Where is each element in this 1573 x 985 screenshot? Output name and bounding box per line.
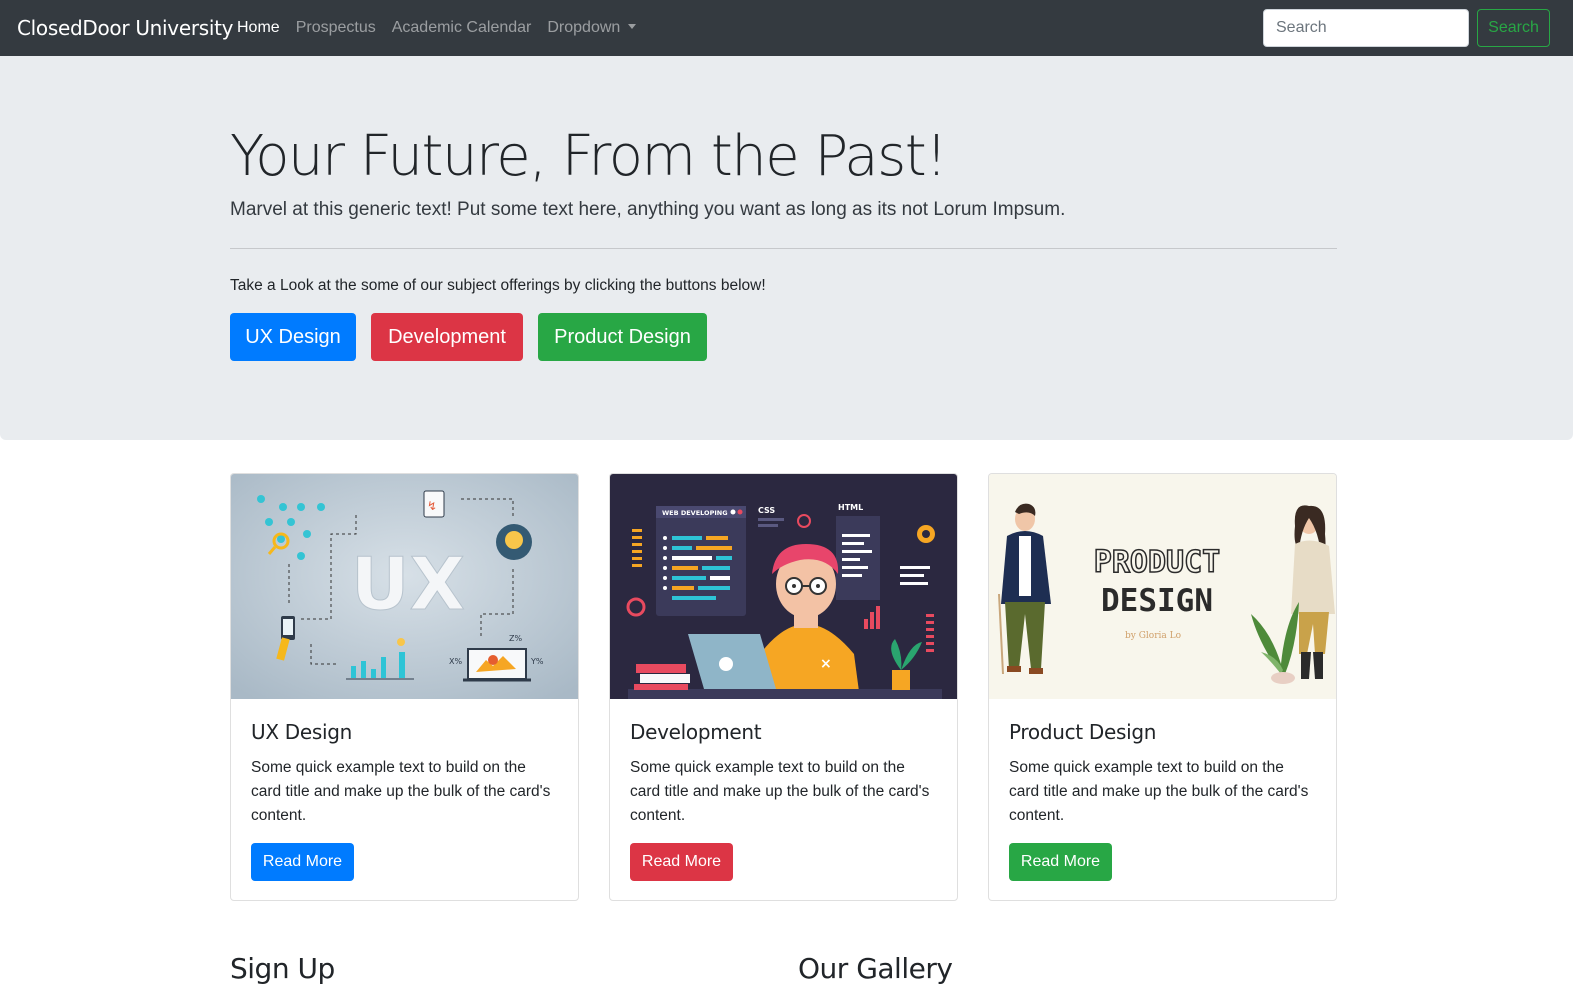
card-product-design: PRODUCT DESIGN by Gloria Lo Product Desi… [988,473,1337,901]
css-label: CSS [758,506,775,515]
card-title: Development [630,720,762,744]
nav-dropdown-label: Dropdown [547,19,621,36]
hero-divider [230,248,1337,249]
svg-text:Z%: Z% [509,634,522,643]
sign-up-heading: Sign Up [230,952,335,985]
html-label: HTML [838,503,863,512]
development-image: WEB DEVELOPING CSS HTML × [610,474,957,699]
nav-dropdown-toggle[interactable]: Dropdown [547,18,637,38]
design-label: DESIGN [1101,583,1213,619]
card-ux-design: UX ↯ X% Y% Z% UX Design Some quick examp… [230,473,579,901]
svg-text:UX: UX [351,542,465,626]
svg-text:X%: X% [449,657,462,666]
read-more-button[interactable]: Read More [1009,843,1112,881]
card-title: Product Design [1009,720,1157,744]
card-text: Some quick example text to build on the … [1009,759,1309,824]
svg-text:↯: ↯ [427,499,437,513]
jumbotron: Your Future, From the Past! Marvel at th… [0,56,1573,440]
gallery-heading: Our Gallery [798,952,953,985]
development-button[interactable]: Development [371,313,523,361]
ux-design-button[interactable]: UX Design [230,313,356,361]
card-text: Some quick example text to build on the … [630,759,930,824]
svg-text:×: × [820,656,832,672]
nav-link-prospectus[interactable]: Prospectus [296,18,376,38]
caret-down-icon [628,24,637,29]
search-input[interactable] [1263,9,1469,47]
read-more-button[interactable]: Read More [630,843,733,881]
author-label: by Gloria Lo [1125,631,1181,641]
web-developing-label: WEB DEVELOPING [662,509,728,517]
card-title: UX Design [251,720,353,744]
ux-design-image: UX ↯ X% Y% Z% [231,474,578,699]
hero-text: Take a Look at the some of our subject o… [230,277,766,294]
svg-text:Y%: Y% [530,657,544,666]
product-label: PRODUCT [1094,545,1220,580]
nav-links: Home Prospectus Academic Calendar Dropdo… [237,18,652,38]
navbar: ClosedDoor University Home Prospectus Ac… [0,0,1573,56]
nav-link-academic-calendar[interactable]: Academic Calendar [392,18,532,38]
card-text: Some quick example text to build on the … [251,759,551,824]
card-development: WEB DEVELOPING CSS HTML × Development So… [609,473,958,901]
hero-lead: Marvel at this generic text! Put some te… [230,199,1066,220]
nav-link-home[interactable]: Home [237,18,280,38]
product-design-button[interactable]: Product Design [538,313,707,361]
navbar-brand[interactable]: ClosedDoor University [17,15,234,41]
search-button[interactable]: Search [1477,9,1550,47]
read-more-button[interactable]: Read More [251,843,354,881]
hero-title: Your Future, From the Past! [230,124,948,189]
product-design-image: PRODUCT DESIGN by Gloria Lo [989,474,1336,699]
